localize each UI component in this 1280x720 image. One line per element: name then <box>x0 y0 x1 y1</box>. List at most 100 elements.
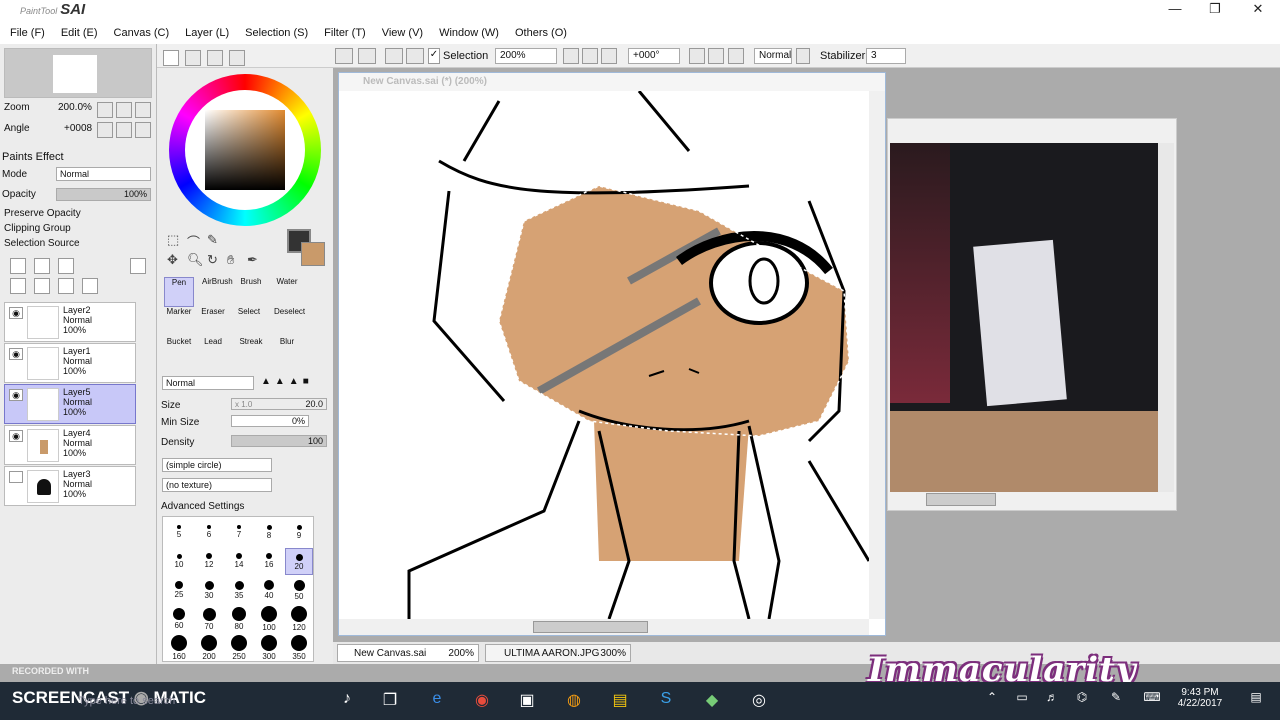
brush-size-cell[interactable]: 25 <box>165 577 193 604</box>
min-size-slider[interactable]: 0% <box>231 415 309 427</box>
volume-icon[interactable]: ♬ <box>1040 690 1064 712</box>
brush-size-cell[interactable]: 8 <box>255 519 283 546</box>
paints-effect-title[interactable]: Paints Effect <box>2 151 64 163</box>
brush-size-cell[interactable]: 14 <box>225 548 253 575</box>
tool-brush[interactable]: Brush <box>236 277 266 307</box>
blend-mode-field[interactable]: Normal <box>754 48 792 64</box>
selection-checkbox[interactable]: ✓ <box>428 48 440 64</box>
tool-streak[interactable]: Streak <box>236 337 266 367</box>
layer-mask-icon[interactable] <box>130 258 146 274</box>
menu-edit[interactable]: Edit (E) <box>61 27 98 39</box>
brush-size-cell[interactable]: 7 <box>225 519 253 546</box>
tool-lead[interactable]: Lead <box>198 337 228 367</box>
zoom-in-icon[interactable] <box>582 48 598 64</box>
color-wheel[interactable] <box>169 74 321 226</box>
eye-icon[interactable] <box>9 471 23 483</box>
network-icon[interactable]: ⌬ <box>1070 690 1094 712</box>
microphone-icon[interactable]: ♪ <box>335 690 359 712</box>
rotate-reset-icon[interactable] <box>728 48 744 64</box>
tool-blur[interactable]: Blur <box>272 337 302 367</box>
selection-source-checkbox[interactable]: Selection Source <box>4 238 80 249</box>
zoom-reset-icon[interactable] <box>601 48 617 64</box>
hand-icon[interactable]: ✋︎ <box>227 252 234 268</box>
opacity-slider[interactable]: 100% <box>56 188 151 201</box>
canvas-scroll-thumb[interactable] <box>533 621 648 633</box>
brush-texture-select[interactable]: (no texture) <box>162 478 272 492</box>
brush-size-cell[interactable]: 35 <box>225 577 253 604</box>
tool-water[interactable]: Water <box>272 277 302 307</box>
brush-size-cell[interactable]: 16 <box>255 548 283 575</box>
rotation-field[interactable]: +000° <box>628 48 680 64</box>
tool-eraser[interactable]: Eraser <box>198 307 228 337</box>
eye-icon[interactable]: ◉ <box>9 430 23 442</box>
reference-vertical-scrollbar[interactable] <box>1158 143 1174 492</box>
brush-size-cell[interactable]: 30 <box>195 577 223 604</box>
new-folder-icon[interactable] <box>58 258 74 274</box>
delete-layer-icon[interactable] <box>82 278 98 294</box>
menu-file[interactable]: File (F) <box>10 27 45 39</box>
sai-app-icon[interactable]: ◆ <box>700 690 724 712</box>
move-icon[interactable]: ✥ <box>167 252 178 268</box>
clock[interactable]: 9:43 PM 4/22/2017 <box>1170 687 1230 709</box>
secondary-color-swatch[interactable] <box>301 242 325 266</box>
screencast-app-icon[interactable]: ◎ <box>747 690 771 712</box>
brush-size-cell[interactable]: 350 <box>285 635 313 662</box>
undo-icon[interactable] <box>335 48 353 64</box>
brush-size-cell[interactable]: 70 <box>195 606 223 633</box>
menu-filter[interactable]: Filter (T) <box>324 27 366 39</box>
swatch-tab-icon[interactable] <box>229 50 245 66</box>
brush-size-cell[interactable]: 300 <box>255 635 283 662</box>
rect-select-icon[interactable]: ⬚ <box>167 232 179 248</box>
brush-size-cell[interactable]: 60 <box>165 606 193 633</box>
store-icon[interactable]: ▣ <box>515 690 539 712</box>
rotate-right-icon[interactable] <box>708 48 724 64</box>
canvas-vertical-scrollbar[interactable] <box>869 91 885 619</box>
canvas-artwork[interactable] <box>339 91 869 619</box>
zoom-fit-icon[interactable] <box>135 102 151 118</box>
eye-icon[interactable]: ◉ <box>9 389 23 401</box>
notifications-icon[interactable]: ▤ <box>1244 690 1268 712</box>
close-button[interactable]: ✕ <box>1238 1 1278 17</box>
new-layer-icon[interactable] <box>10 258 26 274</box>
angle-value[interactable]: +0008 <box>64 123 92 134</box>
reference-scroll-thumb[interactable] <box>926 493 996 506</box>
menu-layer[interactable]: Layer (L) <box>185 27 229 39</box>
merge-down-icon[interactable] <box>34 278 50 294</box>
flip-icon[interactable] <box>796 48 810 64</box>
keyboard-icon[interactable]: ⌨ <box>1140 690 1164 712</box>
brush-size-cell[interactable]: 120 <box>285 606 313 633</box>
menu-view[interactable]: View (V) <box>382 27 423 39</box>
brush-size-cell[interactable]: 50 <box>285 577 313 604</box>
rotate-cw-icon[interactable] <box>116 122 132 138</box>
clipping-group-checkbox[interactable]: Clipping Group <box>4 223 71 234</box>
eye-icon[interactable]: ◉ <box>9 348 23 360</box>
zoom-minus-icon[interactable] <box>97 102 113 118</box>
tool-airbrush[interactable]: AirBrush <box>202 277 233 307</box>
battery-icon[interactable]: ▭ <box>1010 690 1034 712</box>
skype-icon[interactable]: S <box>654 690 678 712</box>
brush-size-cell[interactable]: 80 <box>225 606 253 633</box>
chrome-icon[interactable]: ◉ <box>470 690 494 712</box>
zoom-plus-icon[interactable] <box>116 102 132 118</box>
magic-wand-icon[interactable]: ✎ <box>207 232 218 248</box>
brush-size-cell[interactable]: 100 <box>255 606 283 633</box>
task-view-icon[interactable]: ❐ <box>378 690 402 712</box>
pen-icon[interactable]: ✎ <box>1104 690 1128 712</box>
preserve-opacity-checkbox[interactable]: Preserve Opacity <box>4 208 81 219</box>
layer-row-selected[interactable]: ◉ Layer5 Normal 100% <box>4 384 136 424</box>
zoom-value[interactable]: 200.0% <box>58 102 92 113</box>
brush-shape-icons[interactable]: ▲▲▲■ <box>261 376 327 390</box>
hsv-slider-tab-icon[interactable] <box>207 50 223 66</box>
layer-row[interactable]: Layer3 Normal 100% <box>4 466 136 506</box>
rotate-zero-icon[interactable] <box>135 122 151 138</box>
invert-icon[interactable] <box>406 48 424 64</box>
mode-select[interactable]: Normal <box>56 167 151 181</box>
layer-row[interactable]: ◉ Layer4 Normal 100% <box>4 425 136 465</box>
zoom-field[interactable]: 200% <box>495 48 557 64</box>
menu-selection[interactable]: Selection (S) <box>245 27 308 39</box>
navigator-preview[interactable] <box>4 48 152 98</box>
rotate-icon[interactable]: ↻ <box>207 252 218 268</box>
minimize-button[interactable]: — <box>1155 1 1195 16</box>
advanced-settings-toggle[interactable]: Advanced Settings <box>161 501 244 512</box>
deselect-icon[interactable] <box>385 48 403 64</box>
